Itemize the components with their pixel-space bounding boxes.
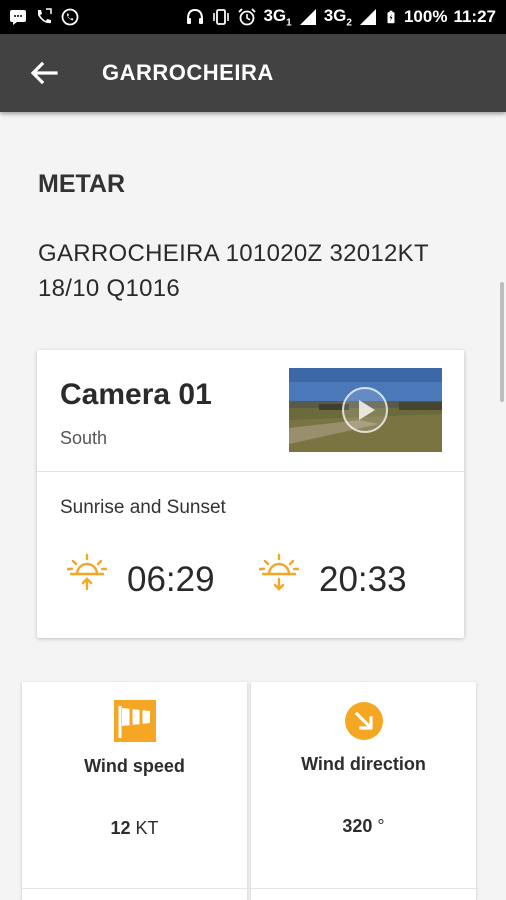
battery-icon (387, 10, 395, 24)
tile-divider (251, 888, 476, 889)
metar-report: GARROCHEIRA 101020Z 32012KT 18/10 Q1016 (38, 240, 429, 302)
message-icon (10, 10, 26, 25)
wind-speed-label: Wind speed (84, 756, 185, 776)
sunset-time: 20:33 (319, 560, 407, 599)
wind-direction-label: Wind direction (301, 754, 426, 774)
wind-direction-value: 320 ° (342, 816, 385, 836)
signal-icon (359, 9, 376, 25)
network-1-label: 3G1 (263, 5, 292, 29)
back-arrow-icon[interactable] (26, 58, 62, 88)
tile-divider (22, 888, 247, 889)
call-icon (38, 8, 52, 24)
windsock-icon (114, 700, 156, 742)
camera-direction: South (60, 428, 108, 448)
sunset-icon (259, 553, 299, 591)
camera-card[interactable]: Camera 01 South Sunrise and Sunset 06:29… (37, 350, 464, 638)
wind-direction-tile[interactable]: Wind direction 320 ° (251, 682, 476, 900)
metar-heading: METAR (38, 170, 126, 198)
sunrise-time: 06:29 (127, 560, 215, 599)
camera-name: Camera 01 (60, 378, 212, 411)
clock: 11:27 (453, 7, 496, 26)
direction-arrow-icon (345, 702, 383, 740)
battery-percent: 100% (403, 7, 448, 26)
whatsapp-icon (61, 8, 79, 26)
alarm-icon (238, 8, 257, 26)
wind-speed-tile[interactable]: Wind speed 12 KT (22, 682, 247, 900)
wind-speed-value: 12 KT (110, 818, 159, 838)
signal-icon (299, 9, 316, 25)
app-bar: GARROCHEIRA (0, 34, 506, 112)
vibrate-icon (213, 9, 230, 25)
network-2-label: 3G2 (323, 5, 352, 29)
status-bar: 3G1 3G2 100% 11:27 (0, 0, 506, 34)
sunrise-icon (67, 553, 107, 591)
scrollbar[interactable] (500, 282, 504, 402)
play-icon[interactable] (342, 387, 388, 433)
content-area[interactable]: METAR GARROCHEIRA 101020Z 32012KT 18/10 … (0, 112, 506, 900)
page-title: GARROCHEIRA (102, 60, 274, 85)
sun-label: Sunrise and Sunset (60, 497, 226, 518)
headset-icon (187, 8, 204, 24)
card-divider (37, 471, 464, 472)
camera-thumbnail[interactable] (289, 368, 442, 452)
